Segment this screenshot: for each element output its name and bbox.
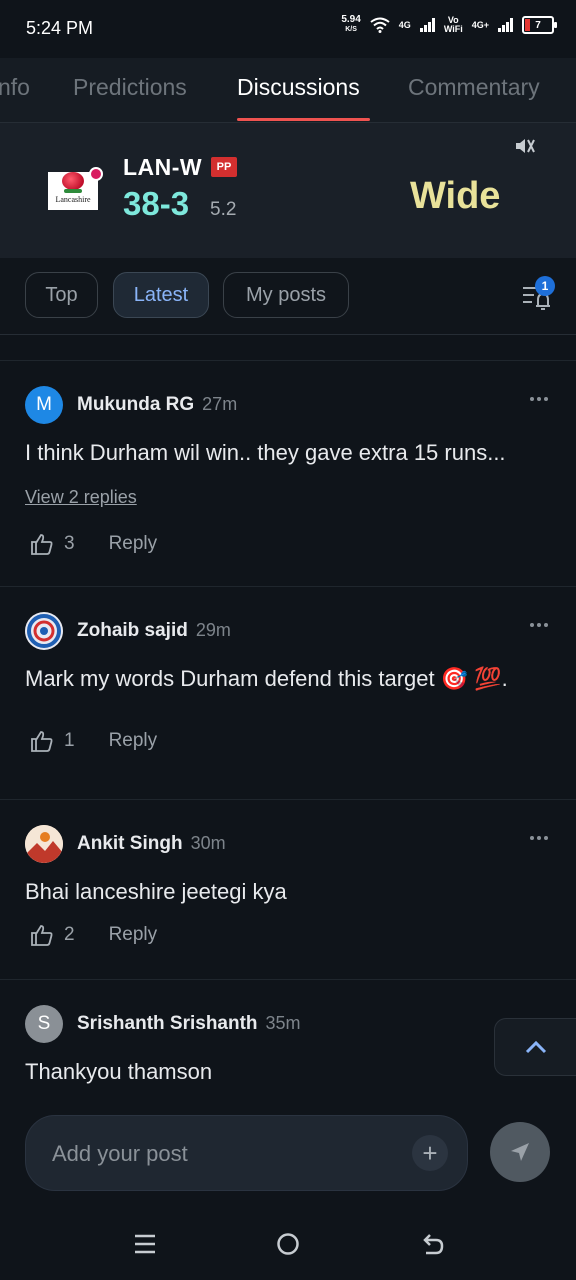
like-button[interactable]: 3 — [30, 533, 75, 555]
post-input[interactable] — [50, 1116, 394, 1192]
thumbs-up-icon — [31, 731, 53, 752]
like-count: 3 — [64, 533, 75, 554]
menu-icon[interactable] — [132, 1231, 158, 1257]
chevron-up-icon — [525, 1040, 547, 1054]
mute-icon[interactable] — [513, 134, 537, 158]
status-bar: 5:24 PM 5.94 K/S 4G Vo WiFi 4G+ 7 — [0, 0, 576, 58]
post-composer: + — [0, 1105, 576, 1205]
more-options-icon[interactable] — [530, 623, 548, 627]
status-icons: 5.94 K/S 4G Vo WiFi 4G+ 7 — [341, 14, 557, 35]
match-tabs: nfo Predictions Discussions Commentary — [0, 58, 576, 123]
signal-bars-icon — [419, 18, 435, 32]
tab-info[interactable]: nfo — [0, 74, 30, 101]
post-item: M Mukunda RG 27m I think Durham wil win..… — [0, 361, 576, 587]
filter-bar: Top Latest My posts — [0, 258, 576, 335]
battery-icon: 7 — [522, 16, 557, 34]
avatar[interactable] — [25, 612, 63, 650]
back-icon[interactable] — [420, 1231, 446, 1257]
thumbs-up-icon — [31, 534, 53, 555]
post-text: Thankyou thamson — [25, 1059, 213, 1084]
post-time: 29m — [195, 620, 231, 640]
tab-discussions[interactable]: Discussions — [237, 74, 360, 101]
vowifi-label: Vo WiFi — [443, 15, 463, 34]
post-author[interactable]: Zohaib sajid 29m — [77, 620, 231, 642]
like-button[interactable]: 1 — [30, 730, 75, 752]
post-item: Zohaib sajid 29m Mark my words Durham def… — [0, 587, 576, 800]
send-button[interactable] — [490, 1122, 550, 1182]
post-time: 30m — [190, 833, 226, 853]
filter-chip-latest[interactable]: Latest — [113, 272, 209, 318]
signal-bars-icon-2 — [498, 18, 513, 32]
live-score-panel[interactable]: Lancashire LAN-W PP 38-3 5.2 Wide — [0, 123, 576, 259]
wifi-icon — [370, 17, 390, 33]
filter-chip-top[interactable]: Top — [25, 272, 98, 318]
reply-button[interactable]: Reply — [109, 533, 158, 555]
post-time: 35m — [265, 1013, 301, 1033]
filter-chip-my-posts[interactable]: My posts — [223, 272, 349, 318]
avatar[interactable]: S — [25, 1005, 63, 1043]
more-options-icon[interactable] — [530, 397, 548, 401]
reply-button[interactable]: Reply — [109, 730, 158, 752]
post-input-container: + — [25, 1115, 468, 1192]
discussion-feed[interactable]: M Mukunda RG 27m I think Durham wil win..… — [0, 335, 576, 1105]
view-replies-link[interactable]: View 2 replies — [25, 487, 137, 508]
more-options-icon[interactable] — [530, 836, 548, 840]
send-icon — [511, 1143, 529, 1161]
post-author[interactable]: Srishanth Srishanth 35m — [77, 1013, 301, 1035]
post-text: Bhai lanceshire jeetegi kya — [25, 879, 287, 904]
ball-event: Wide — [410, 175, 501, 217]
post-time: 27m — [202, 394, 238, 414]
post-item: Ankit Singh 30m Bhai lanceshire jeetegi k… — [0, 800, 576, 980]
active-tab-indicator — [237, 118, 370, 121]
signal-4g-plus: 4G+ — [471, 19, 489, 30]
tab-predictions[interactable]: Predictions — [73, 74, 187, 101]
thumbs-up-icon — [31, 925, 53, 946]
like-count: 2 — [64, 924, 75, 945]
post-actions: 1 Reply — [30, 730, 157, 752]
like-count: 1 — [64, 730, 75, 751]
reply-button[interactable]: Reply — [109, 924, 158, 946]
post-author[interactable]: Mukunda RG 27m — [77, 394, 237, 416]
powerplay-badge: PP — [211, 157, 237, 177]
team-score: 38-3 — [123, 185, 190, 222]
like-button[interactable]: 2 — [30, 924, 75, 946]
scroll-to-top-button[interactable] — [494, 1018, 576, 1076]
spiral-avatar-image — [27, 614, 61, 648]
post-text: I think Durham wil win.. they gave extra… — [25, 440, 506, 465]
network-speed: 5.94 K/S — [341, 14, 361, 34]
status-time: 5:24 PM — [26, 18, 94, 38]
system-navigation-bar — [0, 1205, 576, 1280]
team-logo: Lancashire — [48, 167, 103, 210]
post-text: Mark my words Durham defend this target … — [25, 666, 508, 691]
post-actions: 2 Reply — [30, 924, 157, 946]
post-item: S Srishanth Srishanth 35m Thankyou thamso… — [0, 980, 576, 1105]
team-name: LAN-W — [123, 154, 203, 180]
notification-badge: 1 — [535, 276, 555, 296]
avatar[interactable]: M — [25, 386, 63, 424]
add-attachment-button[interactable]: + — [412, 1135, 448, 1171]
post-author[interactable]: Ankit Singh 30m — [77, 833, 226, 855]
signal-4g: 4G — [398, 19, 411, 30]
avatar[interactable] — [25, 825, 63, 863]
rose-icon — [62, 172, 84, 190]
photo-avatar-image — [25, 825, 63, 863]
team-overs: 5.2 — [210, 199, 237, 220]
home-icon[interactable] — [275, 1231, 301, 1257]
post-actions: 3 Reply — [30, 533, 157, 555]
tab-commentary[interactable]: Commentary — [408, 74, 540, 101]
